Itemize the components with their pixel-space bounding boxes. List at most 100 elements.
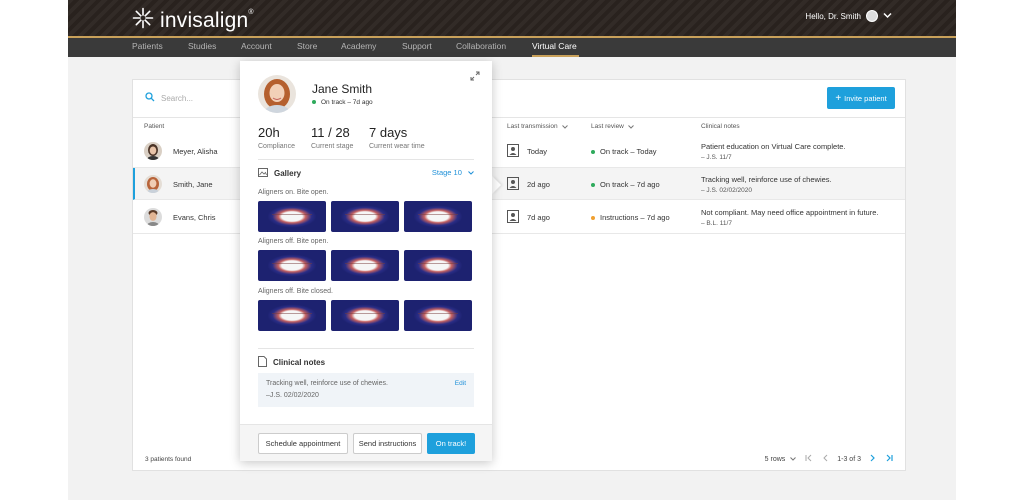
- logo-registered-mark: ®: [248, 8, 254, 16]
- popup-patient-status: On track – 7d ago: [312, 99, 373, 106]
- divider: [258, 348, 474, 349]
- column-header-last-review[interactable]: Last review: [591, 123, 634, 130]
- first-page-icon[interactable]: [805, 454, 813, 464]
- chevron-down-icon: [628, 124, 634, 129]
- clinical-note: Tracking well, reinforce use of chewies.…: [701, 175, 832, 194]
- user-menu[interactable]: Hello, Dr. Smith: [805, 10, 892, 22]
- user-avatar-icon: [866, 10, 878, 22]
- patient-avatar: [144, 142, 162, 160]
- column-header-patient[interactable]: Patient: [144, 123, 164, 130]
- chevron-down-icon: [790, 456, 797, 461]
- previous-page-icon[interactable]: [822, 454, 828, 464]
- search-icon: [145, 92, 155, 104]
- stage-select[interactable]: Stage 10: [432, 168, 474, 177]
- stat-value: 7 days: [369, 125, 408, 140]
- main-nav: Patients Studies Account Store Academy S…: [68, 38, 956, 57]
- nav-item-support[interactable]: Support: [402, 38, 432, 57]
- patient-name[interactable]: Smith, Jane: [173, 180, 213, 189]
- chevron-down-icon: [561, 124, 568, 129]
- page-range: 1-3 of 3: [837, 455, 861, 463]
- clinical-note: Not compliant. May need office appointme…: [701, 208, 878, 227]
- status-dot: [312, 100, 316, 105]
- teeth-photo-thumbnail[interactable]: [404, 300, 472, 331]
- patients-count: 3 patients found: [145, 456, 192, 463]
- transmission-document-icon[interactable]: [507, 177, 519, 195]
- clinical-note-text: Patient education on Virtual Care comple…: [701, 142, 846, 151]
- clinical-note-text: Tracking well, reinforce use of chewies.: [701, 175, 832, 184]
- invite-patient-label: Invite patient: [844, 93, 887, 103]
- popup-pointer: [492, 176, 501, 194]
- teeth-photo-thumbnail[interactable]: [258, 300, 326, 331]
- send-instructions-button[interactable]: Send instructions: [353, 433, 422, 454]
- app-frame: invisalign® Hello, Dr. Smith Patients St…: [68, 0, 956, 500]
- stat-value: 20h: [258, 125, 280, 140]
- transmission-document-icon[interactable]: [507, 144, 519, 162]
- starburst-logo-icon: [132, 7, 154, 34]
- gallery-group-label: Aligners off. Bite closed.: [258, 288, 333, 295]
- stat-label: Compliance: [258, 143, 295, 150]
- clinical-note-signature: –J.S. 02/02/2020: [266, 392, 319, 399]
- clinical-notes-title: Clinical notes: [258, 356, 325, 369]
- search-box[interactable]: Search...: [145, 92, 193, 104]
- nav-item-academy[interactable]: Academy: [341, 38, 376, 57]
- clinical-note-box: Tracking well, reinforce use of chewies.…: [258, 373, 474, 407]
- clinical-note-author: – B.L. 11/7: [701, 220, 732, 227]
- compliance-stat: 20h Compliance: [258, 125, 295, 150]
- pagination: 5 rows 1-3 of 3: [765, 454, 893, 464]
- search-input[interactable]: Search...: [161, 94, 193, 103]
- stat-label: Current stage: [311, 143, 354, 150]
- last-page-icon[interactable]: [885, 454, 893, 464]
- patient-name[interactable]: Evans, Chris: [173, 213, 216, 222]
- nav-item-studies[interactable]: Studies: [188, 38, 216, 57]
- rows-per-page-select[interactable]: 5 rows: [765, 456, 797, 463]
- popup-patient-name: Jane Smith: [312, 82, 373, 96]
- wear-time-stat: 7 days Current wear time: [369, 125, 425, 150]
- gallery-group-label: Aligners on. Bite open.: [258, 189, 329, 196]
- column-header-last-transmission[interactable]: Last transmission: [507, 123, 568, 130]
- popup-actions: Schedule appointment Send instructions O…: [240, 424, 492, 461]
- document-icon: [258, 356, 267, 369]
- patient-avatar: [144, 208, 162, 226]
- patient-avatar: [144, 175, 162, 193]
- chevron-down-icon: [883, 12, 892, 21]
- on-track-button[interactable]: On track!: [427, 433, 475, 454]
- teeth-photo-thumbnail[interactable]: [331, 300, 399, 331]
- teeth-photo-thumbnail[interactable]: [404, 250, 472, 281]
- nav-item-patients[interactable]: Patients: [132, 38, 163, 57]
- clinical-note-text: Not compliant. May need office appointme…: [701, 208, 879, 217]
- invisalign-logo[interactable]: invisalign®: [132, 7, 254, 34]
- last-review: On track – Today: [591, 147, 657, 156]
- teeth-photo-thumbnail[interactable]: [404, 201, 472, 232]
- status-dot: [591, 150, 595, 155]
- top-header: invisalign® Hello, Dr. Smith: [68, 0, 956, 36]
- nav-item-account[interactable]: Account: [241, 38, 272, 57]
- logo-text: invisalign®: [160, 8, 254, 32]
- nav-item-collaboration[interactable]: Collaboration: [456, 38, 506, 57]
- expand-icon[interactable]: [470, 71, 480, 84]
- last-transmission: Today: [527, 147, 548, 156]
- stat-label: Current wear time: [369, 143, 425, 150]
- teeth-photo-thumbnail[interactable]: [331, 250, 399, 281]
- stat-value: 11 / 28: [311, 125, 350, 140]
- patient-photo: [258, 75, 296, 113]
- greeting-text: Hello, Dr. Smith: [805, 11, 861, 21]
- transmission-document-icon[interactable]: [507, 210, 519, 228]
- patient-detail-popup: Jane Smith On track – 7d ago 20h Complia…: [240, 61, 492, 461]
- next-page-icon[interactable]: [870, 454, 876, 464]
- teeth-photo-thumbnail[interactable]: [258, 250, 326, 281]
- divider: [258, 159, 474, 160]
- plus-icon: +: [835, 92, 842, 104]
- last-review: Instructions – 7d ago: [591, 213, 670, 222]
- nav-item-store[interactable]: Store: [297, 38, 317, 57]
- edit-note-link[interactable]: Edit: [455, 380, 466, 387]
- clinical-note: Patient education on Virtual Care comple…: [701, 142, 846, 161]
- patient-name[interactable]: Meyer, Alisha: [173, 147, 218, 156]
- status-dot: [591, 216, 595, 221]
- invite-patient-button[interactable]: + Invite patient: [827, 87, 895, 109]
- teeth-photo-thumbnail[interactable]: [258, 201, 326, 232]
- last-transmission: 2d ago: [527, 180, 550, 189]
- schedule-appointment-button[interactable]: Schedule appointment: [258, 433, 348, 454]
- teeth-photo-thumbnail[interactable]: [331, 201, 399, 232]
- nav-item-virtual-care[interactable]: Virtual Care: [532, 38, 579, 57]
- column-header-clinical-notes: Clinical notes: [701, 123, 740, 130]
